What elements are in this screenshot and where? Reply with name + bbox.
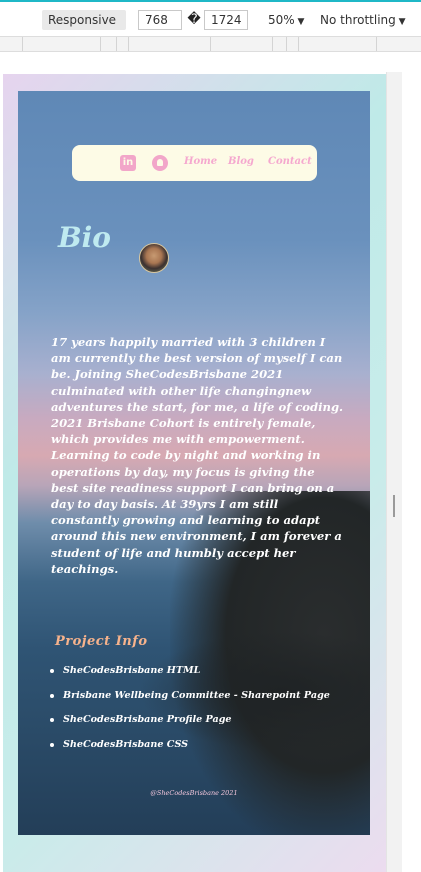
media-query-ruler[interactable] (0, 36, 421, 52)
device-mode-label: Responsive (48, 13, 117, 27)
chevron-down-icon: ▼ (395, 17, 406, 27)
nav-link-home[interactable]: Home (184, 156, 217, 167)
viewport-height-input[interactable]: 1724 (204, 10, 248, 30)
bullet-icon (50, 742, 54, 747)
project-item-label: SheCodesBrisbane Profile Page (63, 714, 232, 725)
ruler-tick (298, 37, 299, 51)
throttling-label: No throttling (320, 13, 396, 27)
footer-text: @SheCodesBrisbane 2021 (150, 789, 238, 797)
ruler-tick (210, 37, 211, 51)
list-item[interactable]: Brisbane Wellbeing Committee - Sharepoin… (50, 690, 360, 715)
project-item-label: SheCodesBrisbane HTML (63, 665, 201, 676)
ruler-tick (100, 37, 101, 51)
bullet-icon (50, 669, 54, 673)
ruler-tick (22, 37, 23, 51)
ruler-tick (128, 37, 129, 51)
project-item-label: Brisbane Wellbeing Committee - Sharepoin… (63, 689, 330, 701)
project-item-label: SheCodesBrisbane CSS (63, 738, 189, 750)
github-icon[interactable] (152, 155, 168, 171)
devtools-toolbar: Responsive ▼ 768 � 1724 50% ▼ No throttl… (0, 0, 421, 49)
list-item[interactable]: SheCodesBrisbane CSS (50, 739, 360, 764)
bullet-icon (50, 718, 54, 722)
zoom-label: 50% (268, 13, 295, 27)
project-list: SheCodesBrisbane HTML Brisbane Wellbeing… (50, 665, 360, 763)
list-item[interactable]: SheCodesBrisbane Profile Page (50, 714, 360, 739)
resize-handle[interactable] (393, 495, 395, 517)
viewport-width-input[interactable]: 768 (138, 10, 182, 30)
hero-section: in Home Blog Contact Bio 17 years happil… (18, 91, 370, 835)
avatar (139, 243, 169, 273)
dimension-separator: � (187, 12, 201, 27)
nav-link-contact[interactable]: Contact (268, 156, 312, 167)
project-info-heading: Project Info (55, 634, 148, 649)
bio-paragraph: 17 years happily married with 3 children… (51, 335, 344, 576)
list-item[interactable]: SheCodesBrisbane HTML (50, 665, 360, 690)
navbar: in Home Blog Contact (72, 145, 317, 181)
ruler-tick (286, 37, 287, 51)
nav-link-blog[interactable]: Blog (228, 156, 254, 167)
throttling-select[interactable]: No throttling ▼ (320, 10, 420, 30)
bio-heading: Bio (58, 221, 111, 254)
device-mode-select[interactable]: Responsive ▼ (42, 10, 126, 49)
viewport-side-strip (386, 72, 402, 872)
ruler-tick (116, 37, 117, 51)
zoom-select[interactable]: 50% ▼ (268, 10, 308, 30)
bullet-icon (50, 693, 54, 698)
linkedin-icon[interactable]: in (120, 155, 136, 171)
ruler-tick (376, 37, 377, 51)
chevron-down-icon: ▼ (294, 17, 305, 27)
ruler-tick (272, 37, 273, 51)
